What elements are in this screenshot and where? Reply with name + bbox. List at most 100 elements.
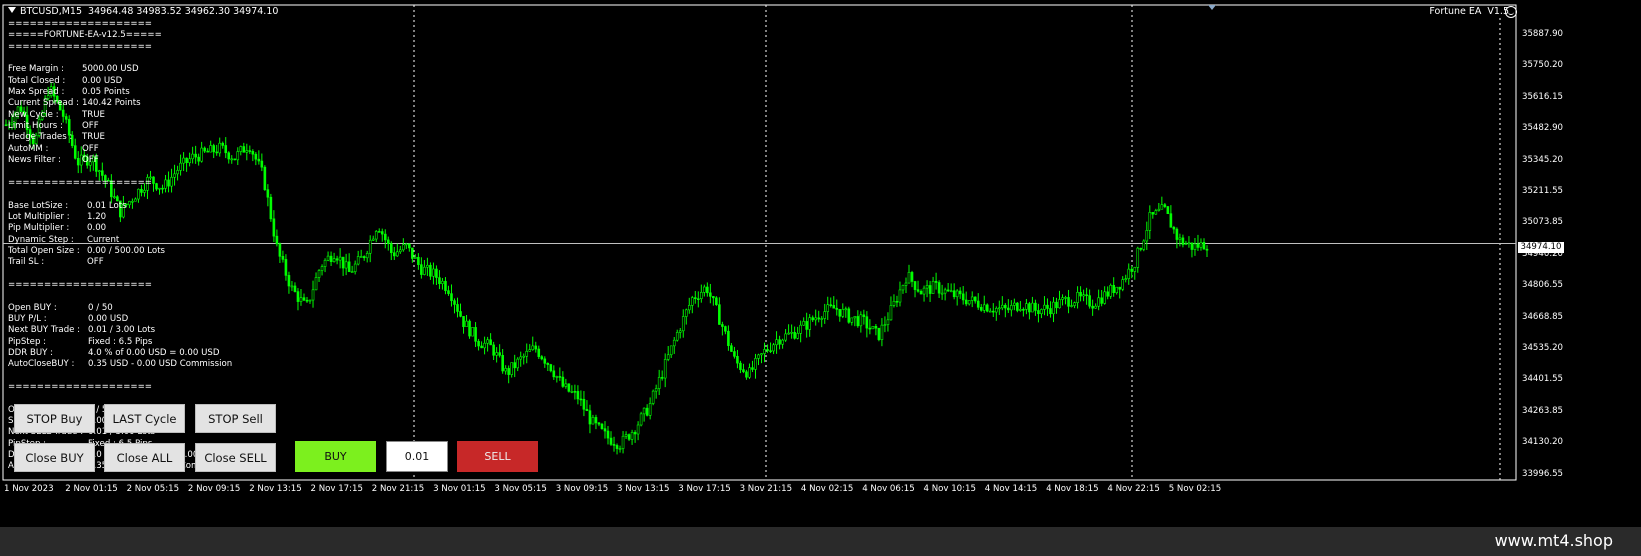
candle-body	[1109, 285, 1112, 297]
close-buy-button[interactable]: Close BUY	[14, 443, 95, 472]
candle-body	[823, 311, 827, 319]
candle-body	[1094, 305, 1097, 309]
sell-button[interactable]: SELL	[457, 441, 538, 472]
candle-body	[715, 297, 718, 306]
candle-body	[423, 266, 426, 275]
price-tick-label: 35482.90	[1522, 123, 1564, 134]
stop-sell-button[interactable]: STOP Sell	[195, 404, 276, 433]
candle-body	[684, 309, 688, 317]
candle-body	[582, 398, 586, 410]
info-key: Open BUY :	[8, 302, 57, 313]
candle-body	[1163, 204, 1167, 207]
candle-body	[672, 339, 676, 347]
candle-body	[778, 339, 781, 345]
candle-body	[341, 256, 345, 269]
candle-body	[982, 304, 986, 311]
candle-body	[552, 370, 556, 378]
candle-body	[1067, 297, 1070, 307]
candle-body	[928, 285, 932, 294]
candle-body	[525, 351, 529, 357]
candle-body	[263, 166, 267, 190]
candle-body	[185, 157, 188, 164]
candle-body	[991, 310, 995, 313]
candle-body	[666, 354, 670, 360]
candle-body	[612, 444, 616, 446]
watermark: www.mt4.shop	[1494, 531, 1613, 550]
candle-body	[633, 432, 637, 435]
candle-body	[1049, 308, 1052, 315]
candle-body	[721, 324, 724, 327]
candle-body	[374, 231, 378, 240]
candle-body	[1202, 242, 1206, 250]
lot-size-input[interactable]: 0.01	[386, 441, 448, 472]
candle-body	[874, 326, 878, 329]
candle-body	[1055, 301, 1058, 309]
close-sell-button[interactable]: Close SELL	[195, 443, 276, 472]
last-cycle-button[interactable]: LAST Cycle	[104, 404, 185, 433]
time-tick-label: 4 Nov 10:15	[923, 484, 976, 494]
candle-body	[1118, 286, 1122, 290]
candle-body	[937, 282, 941, 294]
candle-body	[745, 371, 748, 378]
candle-body	[161, 187, 164, 190]
candle-body	[925, 285, 929, 289]
candle-body	[76, 158, 80, 166]
candle-body	[371, 238, 375, 241]
candle-body	[155, 183, 158, 190]
candle-body	[128, 201, 131, 206]
candle-body	[648, 403, 652, 416]
info-value: 0.01 / 3.00 Lots	[88, 325, 156, 336]
dropdown-triangle-icon[interactable]	[8, 7, 16, 13]
close-all-button[interactable]: Close ALL	[104, 443, 185, 472]
candle-body	[1142, 240, 1146, 250]
candle-body	[687, 305, 691, 311]
candle-body	[636, 424, 640, 435]
time-tick-label: 3 Nov 17:15	[678, 484, 731, 494]
candle-body	[236, 151, 240, 161]
candle-body	[1157, 208, 1161, 211]
candle-body	[1046, 304, 1049, 309]
candle-body	[769, 350, 772, 352]
candle-body	[290, 285, 294, 288]
info-value: 4.0 % of 0.00 USD = 0.00 USD	[88, 347, 220, 358]
info-key: =====FORTUNE-EA-v12.5=====	[8, 30, 162, 41]
candle-body	[1073, 302, 1076, 306]
candle-body	[829, 304, 833, 307]
info-key: ====================	[8, 382, 153, 392]
info-key: Free Margin :	[8, 64, 64, 75]
candle-body	[429, 264, 432, 277]
info-key: AutoMM :	[8, 143, 49, 154]
chart-window[interactable]: BTCUSD,M15 34964.48 34983.52 34962.30 34…	[0, 0, 1641, 527]
candle-body	[296, 291, 300, 302]
candle-body	[796, 333, 799, 339]
candle-body	[850, 317, 854, 323]
candle-body	[356, 256, 360, 265]
candle-body	[456, 304, 459, 312]
candle-body	[835, 307, 839, 310]
candle-body	[1037, 310, 1040, 315]
candle-body	[1127, 268, 1131, 279]
candle-body	[1091, 305, 1094, 309]
candle-body	[883, 324, 887, 326]
candle-body	[537, 348, 541, 357]
candle-body	[143, 189, 146, 193]
candle-body	[347, 261, 351, 273]
candle-body	[64, 116, 68, 120]
candle-body	[591, 417, 595, 425]
symbol-quote: BTCUSD,M15 34964.48 34983.52 34962.30 34…	[20, 6, 279, 17]
candle-body	[1007, 307, 1010, 311]
candle-body	[904, 282, 908, 286]
candle-body	[1103, 291, 1106, 304]
stop-buy-button[interactable]: STOP Buy	[14, 404, 95, 433]
buy-button[interactable]: BUY	[295, 441, 376, 472]
candle-body	[1130, 268, 1134, 272]
candle-body	[483, 342, 486, 349]
candle-body	[1112, 285, 1115, 293]
info-key: Base LotSize :	[8, 200, 69, 211]
candle-body	[654, 388, 658, 392]
candle-body	[176, 170, 179, 175]
candle-body	[507, 368, 510, 375]
candle-body	[1139, 247, 1143, 250]
candle-body	[380, 231, 384, 235]
candle-body	[594, 417, 598, 424]
